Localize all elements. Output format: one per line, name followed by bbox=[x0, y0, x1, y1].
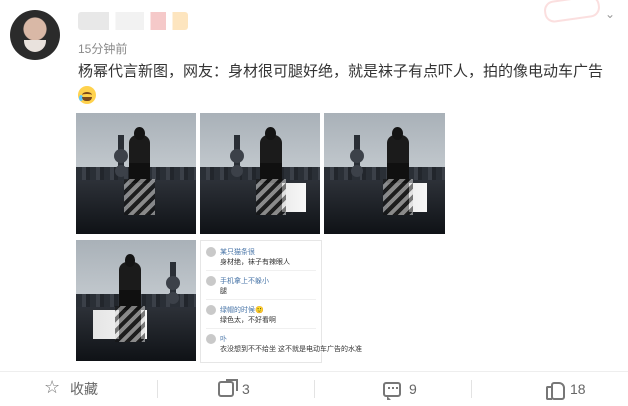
comment-divider bbox=[206, 270, 316, 271]
post-image-5-comments-screenshot[interactable]: 某只猫条很 身材绝，袜子有辣眼人 手机拿上不躲小 腿 绿帽的时候🙂 绿色太，不好… bbox=[200, 240, 362, 363]
crying-laugh-emoji bbox=[78, 86, 96, 104]
watermark-stamp bbox=[542, 0, 602, 24]
comment-row: 手机拿上不躲小 腿 bbox=[206, 276, 316, 300]
star-icon bbox=[44, 377, 62, 398]
comment-avatar bbox=[206, 305, 216, 315]
favorite-button[interactable]: 收藏 bbox=[44, 377, 98, 400]
comment-button[interactable]: 9 bbox=[383, 378, 417, 400]
post-image-2[interactable] bbox=[200, 113, 320, 234]
post-image-3[interactable] bbox=[324, 113, 445, 234]
tear-icon bbox=[79, 95, 83, 101]
post-image-4[interactable] bbox=[76, 240, 196, 361]
share-count: 3 bbox=[242, 381, 250, 397]
image-model bbox=[255, 126, 286, 215]
comment-icon bbox=[383, 381, 401, 400]
thumb-up-icon bbox=[544, 380, 565, 400]
blurred-username[interactable] bbox=[78, 12, 188, 30]
post-time: 15分钟前 bbox=[78, 42, 128, 56]
comment-text: 腿 bbox=[220, 288, 227, 295]
comment-text: 绿色太，不好看啊 bbox=[220, 317, 276, 324]
image-model bbox=[382, 126, 413, 215]
post-emoji-wrap bbox=[78, 85, 614, 108]
image-model bbox=[124, 126, 155, 215]
image-model bbox=[114, 253, 145, 342]
divider bbox=[471, 380, 472, 398]
divider bbox=[314, 380, 315, 398]
share-icon bbox=[218, 381, 234, 397]
comment-text: 身材绝，袜子有辣眼人 bbox=[220, 259, 290, 266]
like-button[interactable]: 18 bbox=[544, 378, 586, 400]
action-bar: 收藏 3 9 18 bbox=[0, 371, 628, 406]
comment-text: 衣没想到不不给坐 这不就是电动车广告的水准 bbox=[220, 346, 362, 353]
image-tower bbox=[165, 261, 180, 311]
share-button[interactable]: 3 bbox=[218, 378, 250, 400]
favorite-label: 收藏 bbox=[70, 381, 98, 397]
comment-avatar bbox=[206, 276, 216, 286]
comment-avatar bbox=[206, 334, 216, 344]
comment-divider bbox=[206, 328, 316, 329]
avatar[interactable] bbox=[10, 10, 60, 60]
chevron-down-icon[interactable]: ⌄ bbox=[602, 6, 618, 22]
divider bbox=[157, 380, 158, 398]
comment-name: 某只猫条很 bbox=[220, 249, 255, 256]
image-tower bbox=[350, 134, 365, 184]
post-text-content: 杨幂代言新图，网友：身材很可腿好绝，就是袜子有点吓人，拍的像电动车广告 bbox=[78, 63, 604, 80]
comment-row: 绿帽的时候🙂 绿色太，不好看啊 bbox=[206, 305, 316, 329]
post-image-1[interactable] bbox=[76, 113, 196, 234]
post-text: 杨幂代言新图，网友：身材很可腿好绝，就是袜子有点吓人，拍的像电动车广告 bbox=[78, 60, 614, 108]
comment-row: 卟 衣没想到不不给坐 这不就是电动车广告的水准 bbox=[206, 334, 362, 358]
comment-avatar bbox=[206, 247, 216, 257]
like-count: 18 bbox=[570, 381, 586, 397]
comment-name: 绿帽的时候🙂 bbox=[220, 307, 264, 314]
comment-name: 手机拿上不躲小 bbox=[220, 278, 269, 285]
image-tower bbox=[114, 134, 128, 184]
image-tower bbox=[229, 134, 244, 184]
comment-name: 卟 bbox=[220, 336, 227, 343]
weibo-post-card: ⌄ 15分钟前 杨幂代言新图，网友：身材很可腿好绝，就是袜子有点吓人，拍的像电动… bbox=[0, 0, 628, 406]
comment-row: 某只猫条很 身材绝，袜子有辣眼人 bbox=[206, 247, 316, 271]
comment-divider bbox=[206, 299, 316, 300]
comment-count: 9 bbox=[409, 381, 417, 397]
